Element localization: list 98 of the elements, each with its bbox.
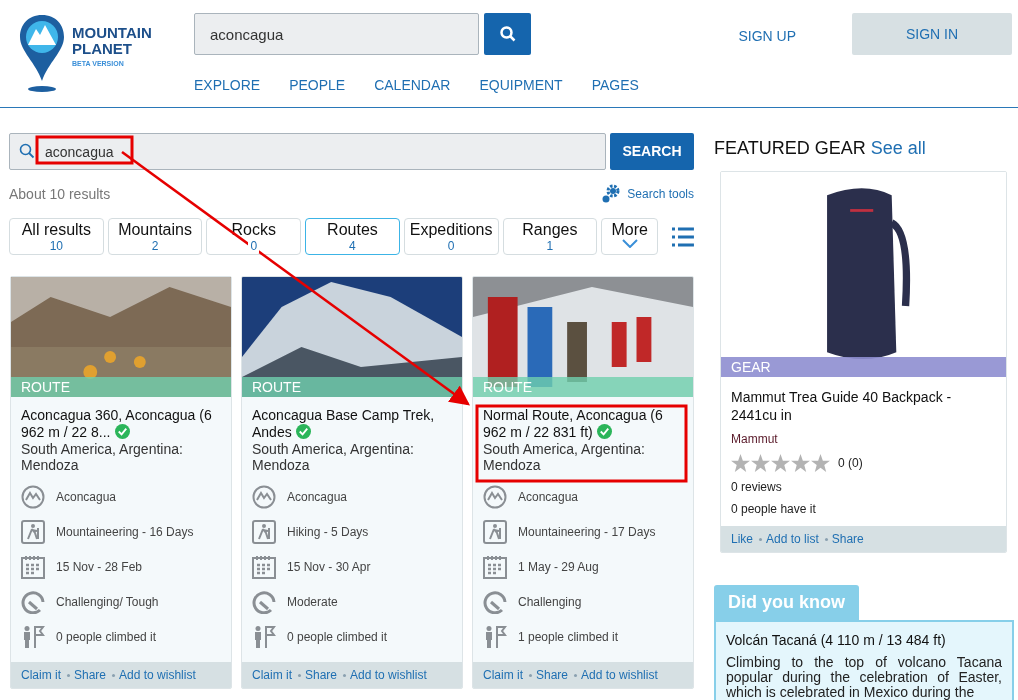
gauge-icon — [21, 590, 45, 614]
action-link[interactable]: Share — [74, 666, 107, 684]
category-badge: ROUTE — [473, 377, 693, 397]
action-link[interactable]: Share — [536, 666, 569, 684]
filter-tab[interactable]: More — [601, 218, 659, 255]
nav-link[interactable]: CALENDAR — [374, 75, 451, 96]
route-fact: 15 Nov - 30 Apr — [287, 559, 371, 576]
sign-up-link[interactable]: SIGN UP — [738, 26, 796, 47]
gauge-icon — [483, 590, 507, 614]
rating-value: 0 (0) — [838, 455, 863, 472]
nav-link[interactable]: PEOPLE — [289, 75, 346, 96]
star-icon — [731, 454, 750, 472]
category-badge: ROUTE — [242, 377, 462, 397]
search-icon — [499, 26, 516, 42]
person-flag-icon — [252, 625, 276, 649]
route-location: South America, Argentina: Mendoza — [21, 441, 184, 473]
calendar-icon — [483, 555, 507, 579]
search-button[interactable] — [484, 13, 531, 55]
gear-name[interactable]: Mammut Trea Guide 40 Backpack - 2441cu in — [731, 388, 996, 424]
calendar-icon — [252, 555, 276, 579]
route-fact: Aconcagua — [287, 489, 348, 506]
nav-link[interactable]: EXPLORE — [194, 75, 261, 96]
route-fact: Hiking - 5 Days — [287, 524, 369, 541]
action-link[interactable]: Claim it — [483, 666, 523, 684]
results-count: About 10 results — [9, 184, 111, 204]
mountain-icon — [21, 485, 45, 509]
list-view-icon[interactable] — [672, 226, 694, 247]
map-pin-mountain-logo-icon[interactable] — [18, 13, 66, 93]
route-fact: Mountaineering - 16 Days — [56, 524, 194, 541]
chevron-down-icon — [621, 239, 638, 248]
mountain-icon — [483, 485, 507, 509]
route-location: South America, Argentina: Mendoza — [483, 441, 646, 473]
owner-count: 0 people have it — [731, 501, 817, 518]
search-button[interactable]: SEARCH — [610, 133, 694, 170]
filter-tab[interactable]: Rocks 0 — [206, 218, 302, 255]
category-badge: GEAR — [721, 357, 1006, 377]
search-field[interactable]: aconcagua — [194, 13, 479, 55]
search-field[interactable]: aconcagua — [9, 133, 606, 170]
action-link[interactable]: Like — [731, 530, 753, 548]
route-fact: Aconcagua — [56, 489, 117, 506]
route-title[interactable]: Aconcagua Base Camp Trek, Andes — [252, 407, 452, 441]
hiker-icon — [21, 520, 45, 544]
route-fact: 1 May - 29 Aug — [518, 559, 599, 576]
review-count: 0 reviews — [731, 479, 783, 496]
route-title[interactable]: Normal Route, Aconcagua (6 962 m / 22 831 ft) — [483, 407, 683, 441]
person-flag-icon — [483, 625, 507, 649]
see-all-link[interactable]: See all — [870, 135, 926, 162]
fact-heading: Volcán Tacaná (4 110 m / 13 484 ft) — [726, 631, 947, 650]
star-icon — [751, 454, 770, 472]
hiker-icon — [483, 520, 507, 544]
filter-tab[interactable]: Routes 4 — [305, 218, 400, 255]
search-icon — [19, 143, 35, 159]
logo-text: MOUNTAIN — [72, 25, 152, 41]
nav-link[interactable]: PAGES — [591, 75, 639, 96]
sign-in-button[interactable]: SIGN IN — [852, 13, 1012, 55]
section-title: FEATURED GEAR — [714, 137, 866, 160]
route-fact: 1 people climbed it — [518, 629, 619, 646]
star-icon — [791, 454, 810, 472]
action-link[interactable]: Add to wishlist — [119, 666, 196, 684]
route-fact: Moderate — [287, 594, 338, 611]
action-link[interactable]: Add to wishlist — [581, 666, 658, 684]
filter-tab[interactable]: Ranges 1 — [502, 218, 598, 255]
route-card[interactable]: ROUTE Normal Route, Aconcagua (6 962 m / 22 831 ft) South America, Argentina: Mendoza Aconcagua Mountaineering - 17 Days 1 May - 29 Aug Challenging 1 people climbed it Claim it Share Add to wishlist — [472, 276, 694, 689]
route-title[interactable]: Aconcagua 360, Aconcagua (6 962 m / 22 8... — [21, 407, 221, 441]
action-link[interactable]: Share — [831, 530, 864, 548]
route-fact: Aconcagua — [518, 489, 579, 506]
action-link[interactable]: Add to list — [766, 530, 819, 548]
route-location: South America, Argentina: Mendoza — [252, 441, 415, 473]
person-flag-icon — [21, 625, 45, 649]
star-icon — [811, 454, 830, 472]
filter-tab[interactable]: Mountains 2 — [107, 218, 203, 255]
route-card[interactable] — [10, 276, 232, 689]
logo-text: PLANET — [72, 41, 133, 57]
action-link[interactable]: Claim it — [252, 666, 292, 684]
route-fact: Challenging — [518, 594, 582, 611]
gauge-icon — [252, 590, 276, 614]
route-fact: 0 people climbed it — [56, 629, 157, 646]
route-fact: 15 Nov - 28 Feb — [56, 559, 143, 576]
gears-icon — [601, 184, 622, 204]
fact-text: Climbing to the top of volcano Tacana popular during the celebration of Easter, which is celebrated in Mexico during the — [726, 655, 1002, 700]
route-fact: 0 people climbed it — [287, 629, 388, 646]
action-link[interactable]: Share — [305, 666, 338, 684]
route-fact: Mountaineering - 17 Days — [518, 524, 656, 541]
search-tools-link[interactable]: Search tools — [601, 184, 694, 204]
mountain-icon — [252, 485, 276, 509]
filter-tab[interactable]: Expeditions 0 — [403, 218, 499, 255]
action-link[interactable]: Claim it — [21, 666, 61, 684]
category-badge: ROUTE — [11, 377, 231, 397]
gear-card[interactable]: GEAR Mammut Trea Guide 40 Backpack - 2441cu in Mammut 0 (0) 0 reviews 0 people have it Like Add to list Share — [720, 171, 1007, 553]
route-card[interactable]: ROUTE Aconcagua Base Camp Trek, Andes South America, Argentina: Mendoza Aconcagua Hiking - 5 Days 15 Nov - 30 Apr Moderate 0 people climbed it Claim it Share Add to wishlist — [241, 276, 463, 689]
filter-tab[interactable]: All results 10 — [9, 218, 104, 255]
route-fact: Challenging/ Tough — [56, 594, 159, 611]
nav-link[interactable]: EQUIPMENT — [479, 75, 563, 96]
action-link[interactable]: Add to wishlist — [350, 666, 427, 684]
star-icon — [771, 454, 790, 472]
gear-brand: Mammut — [731, 431, 779, 448]
hiker-icon — [252, 520, 276, 544]
calendar-icon — [21, 555, 45, 579]
